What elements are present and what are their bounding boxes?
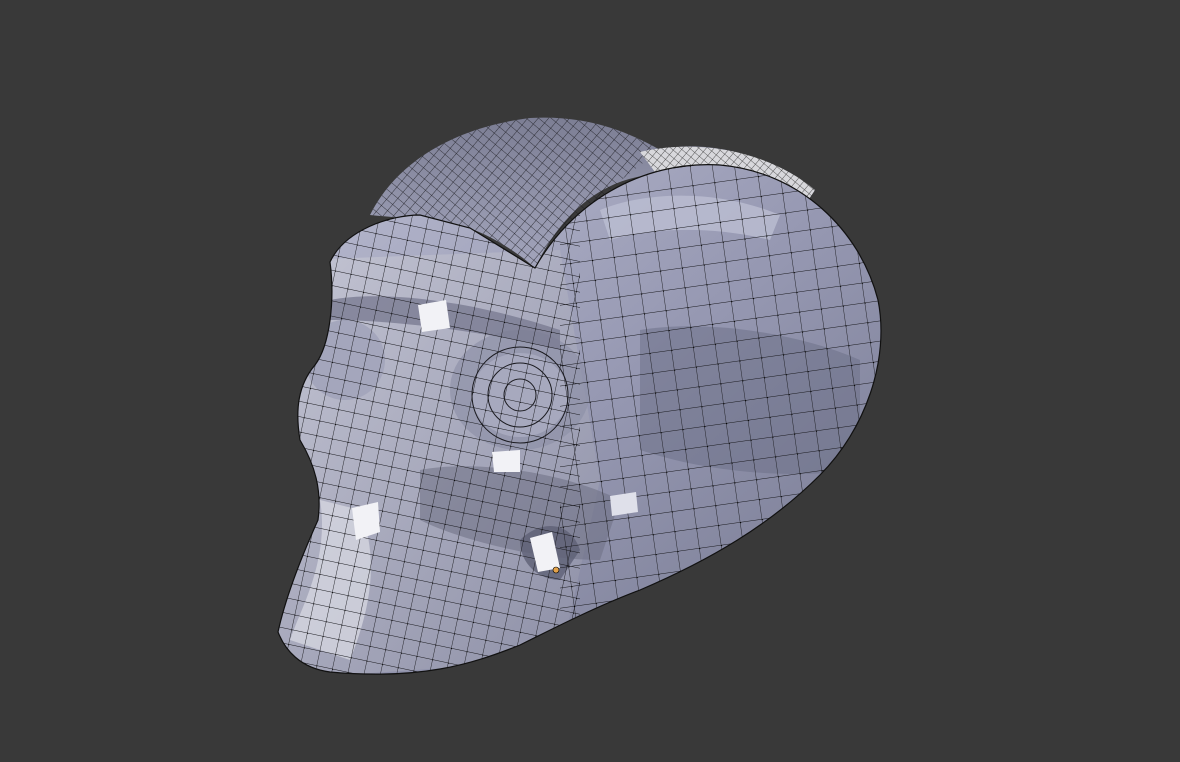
selected-vertex-icon[interactable] bbox=[552, 566, 560, 574]
viewport-canvas[interactable] bbox=[0, 0, 1180, 762]
3d-viewport[interactable] bbox=[0, 0, 1180, 762]
skull-wire bbox=[560, 164, 881, 670]
highlight-face bbox=[418, 300, 450, 332]
highlight-face bbox=[492, 450, 520, 472]
highlight-face bbox=[610, 492, 638, 516]
